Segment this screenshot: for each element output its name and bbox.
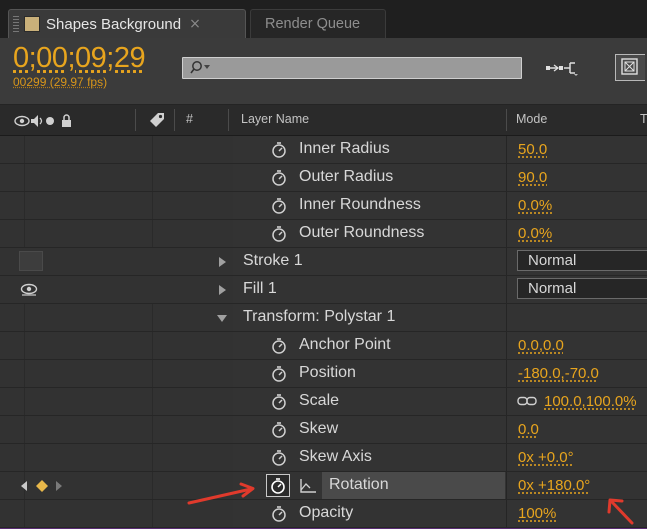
property-name: Skew <box>299 420 339 437</box>
property-value[interactable]: 90.0 <box>518 169 547 186</box>
column-number[interactable]: # <box>186 112 193 126</box>
property-name: Opacity <box>299 504 354 521</box>
label-tag-icon[interactable] <box>148 111 166 129</box>
property-row-position[interactable]: Position -180.0,-70.0 <box>0 360 647 388</box>
tab-render-queue[interactable]: Render Queue <box>250 9 386 38</box>
column-separator[interactable] <box>228 109 229 131</box>
property-value[interactable]: 0.0 <box>518 421 539 438</box>
next-keyframe-icon[interactable] <box>54 480 64 492</box>
property-value[interactable]: 0.0% <box>518 197 552 214</box>
group-row-stroke[interactable]: Stroke 1 Normal <box>0 248 647 276</box>
property-value[interactable]: 0x +0.0° <box>518 449 574 466</box>
property-row-skew-axis[interactable]: Skew Axis 0x +0.0° <box>0 444 647 472</box>
stopwatch-icon[interactable] <box>270 225 288 243</box>
property-row-opacity[interactable]: Opacity 100% <box>0 500 647 528</box>
stopwatch-icon[interactable] <box>270 365 288 383</box>
blend-mode-select[interactable]: Normal <box>517 250 647 271</box>
timeline-header: 0;00;09;29 00299 (29.97 fps) <box>0 38 647 105</box>
tab-close-icon[interactable]: × <box>189 16 201 32</box>
group-name: Fill 1 <box>243 280 277 297</box>
composition-flowchart-icon[interactable] <box>544 59 588 77</box>
property-row-outer-radius[interactable]: Outer Radius 90.0 <box>0 164 647 192</box>
group-row-transform[interactable]: Transform: Polystar 1 <box>0 304 647 332</box>
search-input[interactable] <box>182 57 522 79</box>
column-t[interactable]: T <box>640 112 647 126</box>
property-name: Inner Radius <box>299 140 390 157</box>
property-value[interactable]: 100.0,100.0% <box>544 393 637 410</box>
video-switch-box[interactable] <box>19 251 43 271</box>
column-header: # Layer Name Mode T <box>0 105 647 136</box>
group-name: Transform: Polystar 1 <box>243 308 396 325</box>
tab-grip-icon[interactable] <box>13 15 19 33</box>
previous-keyframe-icon[interactable] <box>19 480 29 492</box>
tab-title: Render Queue <box>265 16 361 32</box>
composition-color-icon <box>24 16 40 32</box>
stopwatch-icon[interactable] <box>270 421 288 439</box>
property-row-inner-radius[interactable]: Inner Radius 50.0 <box>0 136 647 164</box>
tab-bar: Shapes Background × Render Queue <box>0 0 647 38</box>
search-icon <box>190 61 210 74</box>
constrain-proportions-link-icon[interactable] <box>517 396 537 406</box>
twirl-expand-icon[interactable] <box>219 257 226 267</box>
draft-3d-button[interactable] <box>615 54 645 81</box>
stopwatch-icon[interactable] <box>270 393 288 411</box>
property-row-scale[interactable]: Scale 100.0,100.0% <box>0 388 647 416</box>
property-name: Scale <box>299 392 340 409</box>
stopwatch-icon[interactable] <box>270 505 288 523</box>
property-value[interactable]: 0.0% <box>518 225 552 242</box>
stopwatch-icon[interactable] <box>270 337 288 355</box>
twirl-collapse-icon[interactable] <box>217 315 227 322</box>
property-row-inner-roundness[interactable]: Inner Roundness 0.0% <box>0 192 647 220</box>
frame-fps-readout: 00299 (29.97 fps) <box>13 75 108 89</box>
property-name: Anchor Point <box>299 336 391 353</box>
property-name: Skew Axis <box>299 448 372 465</box>
eye-icon[interactable] <box>20 282 38 296</box>
stopwatch-icon[interactable] <box>270 141 288 159</box>
column-layer-name[interactable]: Layer Name <box>241 112 309 126</box>
property-row-outer-roundness[interactable]: Outer Roundness 0.0% <box>0 220 647 248</box>
av-features-icons[interactable] <box>14 113 126 129</box>
property-row-anchor-point[interactable]: Anchor Point 0.0,0.0 <box>0 332 647 360</box>
group-row-fill[interactable]: Fill 1 Normal <box>0 276 647 304</box>
column-separator[interactable] <box>506 109 507 131</box>
stopwatch-icon[interactable] <box>270 449 288 467</box>
property-row-skew[interactable]: Skew 0.0 <box>0 416 647 444</box>
property-value[interactable]: 0x +180.0° <box>518 477 590 494</box>
property-name: Inner Roundness <box>299 196 421 213</box>
column-mode[interactable]: Mode <box>516 112 547 126</box>
property-name: Rotation <box>329 476 389 493</box>
property-value[interactable]: 0.0,0.0 <box>518 337 564 354</box>
property-name: Outer Radius <box>299 168 394 185</box>
draft-3d-icon <box>621 58 638 75</box>
tab-shapes-background[interactable]: Shapes Background × <box>8 9 246 38</box>
current-time-display[interactable]: 0;00;09;29 <box>13 42 146 75</box>
tab-title: Shapes Background <box>46 15 182 33</box>
property-value[interactable]: -180.0,-70.0 <box>518 365 599 382</box>
graph-editor-icon[interactable] <box>299 478 317 494</box>
stopwatch-icon[interactable] <box>270 197 288 215</box>
stopwatch-button[interactable] <box>266 474 290 497</box>
property-value[interactable]: 50.0 <box>518 141 547 158</box>
twirl-expand-icon[interactable] <box>219 285 226 295</box>
property-name: Outer Roundness <box>299 224 425 241</box>
stopwatch-active-icon <box>271 478 285 494</box>
group-name: Stroke 1 <box>243 252 303 269</box>
stopwatch-icon[interactable] <box>270 169 288 187</box>
property-value[interactable]: 100% <box>518 505 556 522</box>
column-separator[interactable] <box>174 109 175 131</box>
property-name: Position <box>299 364 356 381</box>
column-separator[interactable] <box>135 109 136 131</box>
add-keyframe-icon[interactable] <box>35 479 49 493</box>
property-row-rotation[interactable]: Rotation 0x +180.0° <box>0 472 647 500</box>
blend-mode-select[interactable]: Normal <box>517 278 647 299</box>
